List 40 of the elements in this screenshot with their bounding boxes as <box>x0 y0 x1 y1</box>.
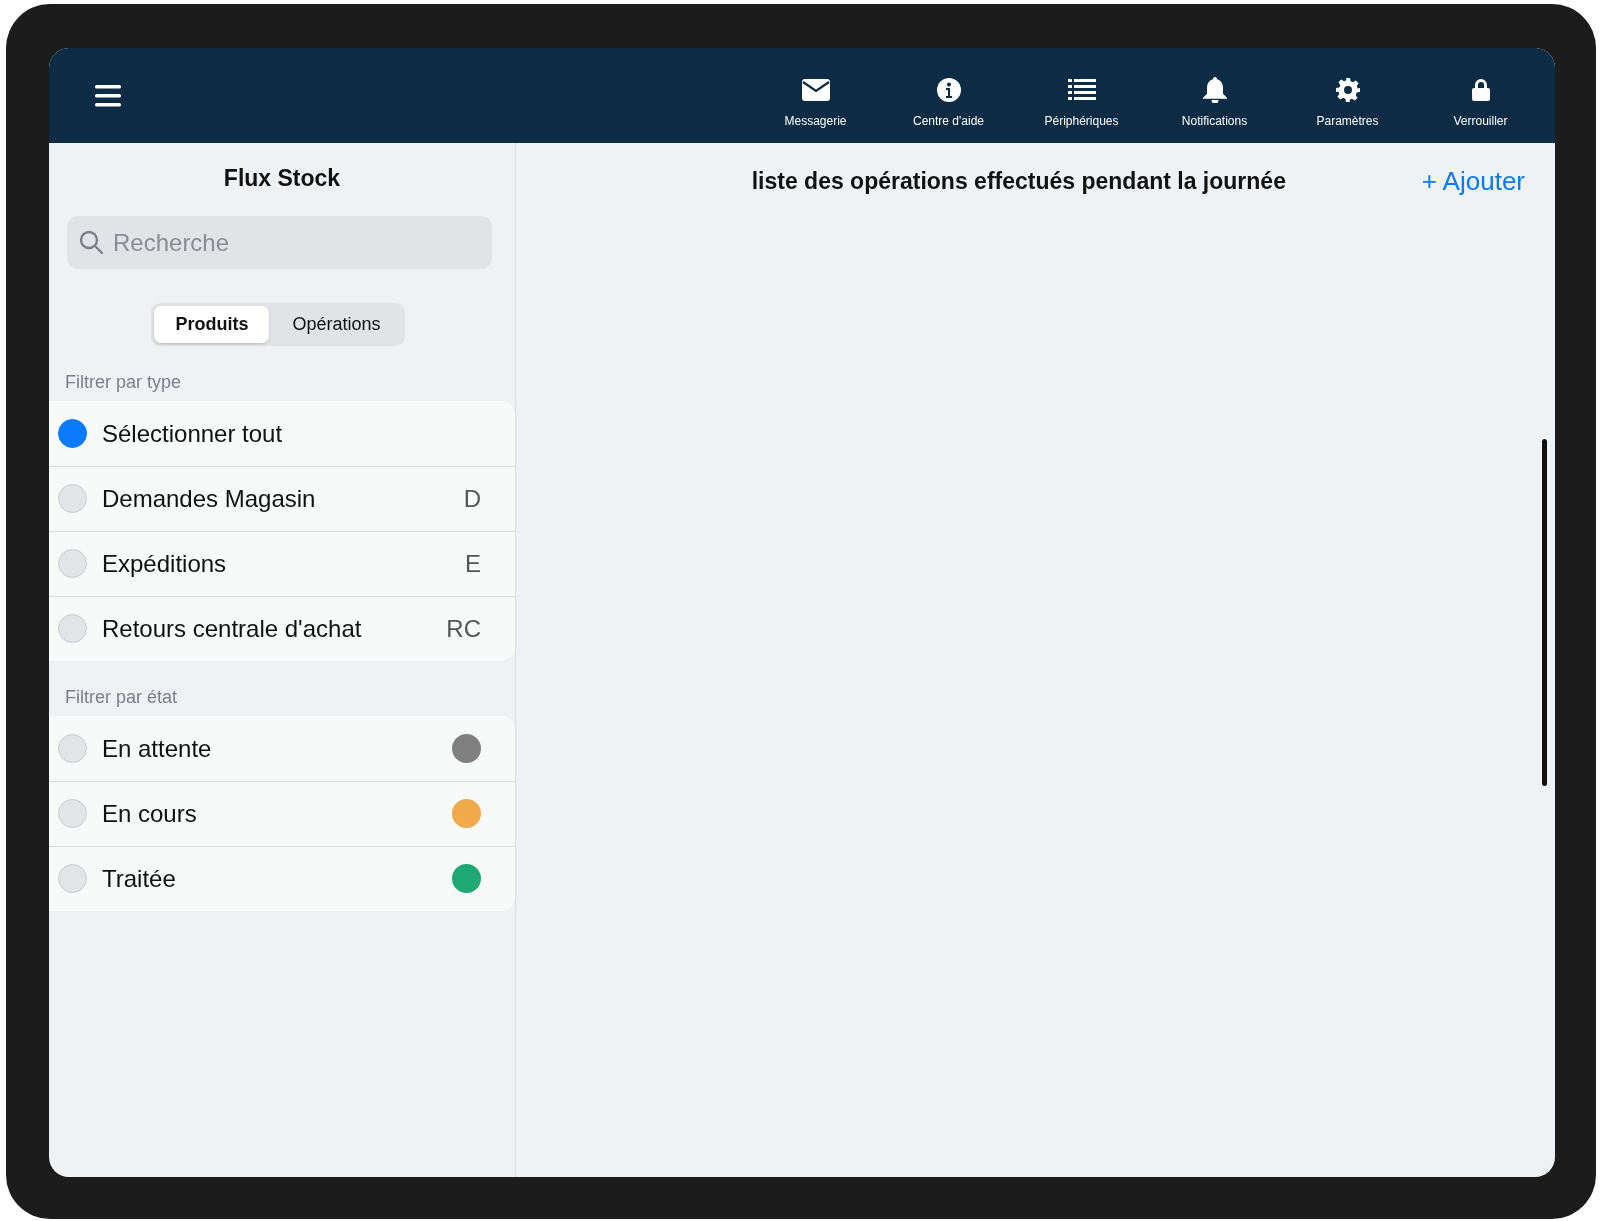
list-icon <box>1067 78 1096 102</box>
toolbar-button[interactable]: Centre d'aide <box>882 77 1015 128</box>
segment-tab[interactable]: Produits <box>154 306 270 343</box>
radio-button[interactable] <box>58 484 87 513</box>
type-code: RC <box>446 614 481 643</box>
section-header: Filtrer par état <box>65 687 179 708</box>
radio-button[interactable] <box>58 799 87 828</box>
bell-icon <box>1202 77 1227 103</box>
toolbar-button[interactable]: Verrouiller <box>1414 77 1547 128</box>
segment-tab[interactable]: Opérations <box>271 306 402 343</box>
settings-icon <box>1335 78 1360 102</box>
search-field[interactable]: Recherche <box>67 216 492 269</box>
radio-button[interactable] <box>58 419 87 448</box>
scrollbar[interactable] <box>1542 439 1547 786</box>
section-header: Filtrer par type <box>65 372 183 393</box>
padlock-icon <box>1470 78 1491 102</box>
radio-button[interactable] <box>58 549 87 578</box>
filter-label[interactable]: Sélectionner tout <box>102 419 481 448</box>
filter-label[interactable]: Retours centrale d'achat <box>102 614 432 643</box>
filter-label[interactable]: En attente <box>102 734 437 763</box>
search-icon <box>79 230 103 254</box>
page-title: liste des opérations effectués pendant la journée <box>750 167 1287 195</box>
info-icon <box>936 78 961 102</box>
toolbar-button[interactable]: Paramètres <box>1281 77 1414 128</box>
toolbar-button[interactable]: Notifications <box>1148 77 1281 128</box>
type-code: E <box>465 549 481 578</box>
radio-button[interactable] <box>58 734 87 763</box>
menu-icon[interactable] <box>95 84 121 107</box>
type-code: D <box>463 484 481 513</box>
toolbar-button[interactable]: Messagerie <box>749 77 882 128</box>
radio-button[interactable] <box>58 614 87 643</box>
radio-button[interactable] <box>58 864 87 893</box>
filter-label[interactable]: Expéditions <box>102 549 450 578</box>
sidebar-title: Flux Stock <box>222 165 342 192</box>
filter-label[interactable]: Traitée <box>102 864 437 893</box>
envelope-icon <box>801 79 830 101</box>
add-link[interactable]: + Ajouter <box>1421 165 1525 197</box>
filter-label[interactable]: En cours <box>102 799 437 828</box>
toolbar-button[interactable]: Périphériques <box>1015 77 1148 128</box>
filter-label[interactable]: Demandes Magasin <box>102 484 449 513</box>
